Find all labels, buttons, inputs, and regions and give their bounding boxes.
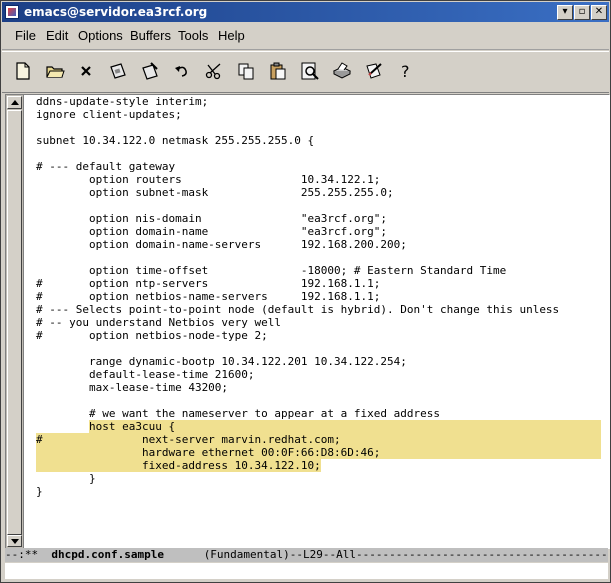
- save-icon[interactable]: [106, 59, 130, 83]
- buffer-line[interactable]: option routers 10.34.122.1;: [36, 173, 380, 186]
- help-icon[interactable]: ?: [394, 59, 418, 83]
- paste-icon[interactable]: [266, 59, 290, 83]
- scroll-down-arrow-icon[interactable]: [7, 535, 22, 547]
- cut-icon[interactable]: [202, 59, 226, 83]
- window-title: emacs@servidor.ea3rcf.org: [24, 5, 208, 19]
- text-area[interactable]: ddns-update-style interim; ignore client-…: [36, 95, 609, 548]
- buffer-line[interactable]: # we want the nameserver to appear at a …: [36, 407, 440, 420]
- editor-buffer[interactable]: ddns-update-style interim; ignore client-…: [5, 94, 610, 549]
- menu-options[interactable]: Options: [78, 28, 123, 43]
- title-bar[interactable]: emacs@servidor.ea3rcf.org ▾ ▫ ✕: [2, 2, 609, 22]
- buffer-line[interactable]: option domain-name-servers 192.168.200.2…: [36, 238, 407, 251]
- buffer-line[interactable]: option subnet-mask 255.255.255.0;: [36, 186, 394, 199]
- menu-file[interactable]: File: [15, 28, 36, 43]
- emacs-app-icon[interactable]: [5, 5, 19, 19]
- buffer-line[interactable]: # --- Selects point-to-point node (defau…: [36, 303, 559, 316]
- preferences-icon[interactable]: [362, 59, 386, 83]
- buffer-line[interactable]: # option netbios-name-servers 192.168.1.…: [36, 290, 380, 303]
- menu-tools[interactable]: Tools: [178, 28, 208, 43]
- buffer-line[interactable]: option domain-name "ea3rcf.org";: [36, 225, 387, 238]
- buffer-line[interactable]: ddns-update-style interim;: [36, 95, 208, 108]
- buffer-line[interactable]: option nis-domain "ea3rcf.org";: [36, 212, 387, 225]
- print-icon[interactable]: [330, 59, 354, 83]
- mode-line: --:** dhcpd.conf.sample (Fundamental)--L…: [5, 548, 608, 562]
- menu-bar: File Edit Options Buffers Tools Help: [2, 23, 609, 50]
- buffer-line[interactable]: host ea3cuu {: [36, 420, 175, 433]
- scroll-up-arrow-icon[interactable]: [7, 96, 22, 109]
- buffer-line[interactable]: # next-server marvin.redhat.com;: [36, 433, 341, 446]
- open-folder-icon[interactable]: [43, 59, 67, 83]
- svg-text:?: ?: [401, 62, 410, 81]
- save-as-icon[interactable]: [138, 59, 162, 83]
- buffer-line[interactable]: # --- default gateway: [36, 160, 175, 173]
- buffer-line[interactable]: # option netbios-node-type 2;: [36, 329, 268, 342]
- emacs-window: emacs@servidor.ea3rcf.org ▾ ▫ ✕ File Edi…: [0, 0, 611, 583]
- menu-buffers[interactable]: Buffers: [130, 28, 171, 43]
- search-icon[interactable]: [298, 59, 322, 83]
- modeline-status: (Fundamental)--L29--All-----------------…: [163, 548, 608, 561]
- buffer-line[interactable]: option time-offset -18000; # Eastern Sta…: [36, 264, 506, 277]
- buffer-line[interactable]: hardware ethernet 00:0F:66:D8:6D:46;: [36, 446, 380, 459]
- modeline-prefix: --:**: [5, 548, 52, 561]
- buffer-line[interactable]: range dynamic-bootp 10.34.122.201 10.34.…: [36, 355, 407, 368]
- toolbar: ?: [2, 51, 609, 93]
- vertical-scrollbar[interactable]: [6, 95, 24, 548]
- copy-icon[interactable]: [234, 59, 258, 83]
- modeline-buffer-name: dhcpd.conf.sample: [51, 548, 164, 561]
- menu-edit[interactable]: Edit: [46, 28, 68, 43]
- minibuffer[interactable]: [5, 563, 608, 579]
- buffer-line[interactable]: max-lease-time 43200;: [36, 381, 228, 394]
- menu-help[interactable]: Help: [218, 28, 245, 43]
- undo-icon[interactable]: [170, 59, 194, 83]
- buffer-line[interactable]: fixed-address 10.34.122.10;: [36, 459, 321, 472]
- minimize-button[interactable]: ▾: [557, 5, 573, 20]
- buffer-line[interactable]: # -- you understand Netbios very well: [36, 316, 281, 329]
- scrollbar-thumb[interactable]: [7, 110, 22, 535]
- buffer-line[interactable]: }: [36, 485, 43, 498]
- close-buffer-icon[interactable]: [74, 59, 98, 83]
- buffer-line[interactable]: ignore client-updates;: [36, 108, 182, 121]
- buffer-line[interactable]: # option ntp-servers 192.168.1.1;: [36, 277, 380, 290]
- buffer-line[interactable]: subnet 10.34.122.0 netmask 255.255.255.0…: [36, 134, 314, 147]
- buffer-line[interactable]: }: [36, 472, 96, 485]
- buffer-line[interactable]: default-lease-time 21600;: [36, 368, 255, 381]
- new-file-icon[interactable]: [11, 59, 35, 83]
- close-window-button[interactable]: ✕: [591, 5, 607, 20]
- maximize-button[interactable]: ▫: [574, 5, 590, 20]
